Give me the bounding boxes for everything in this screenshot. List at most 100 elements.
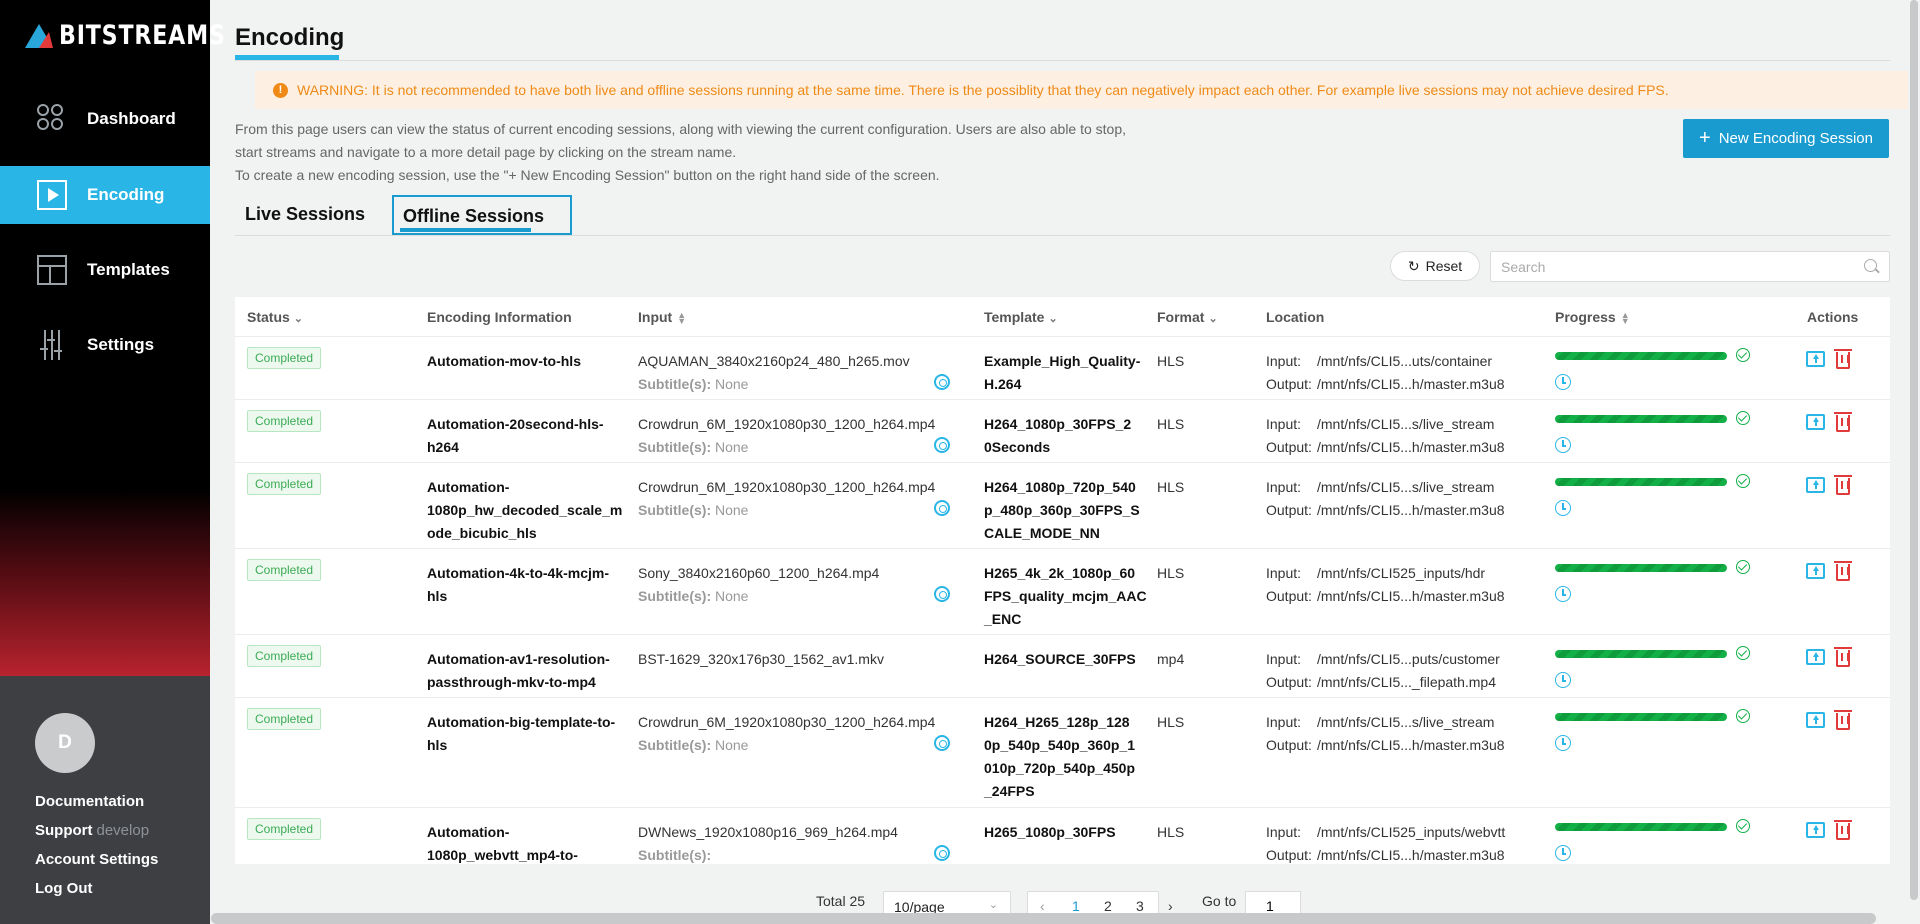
tab-live-sessions[interactable]: Live Sessions (245, 204, 365, 225)
column-header-status[interactable]: Status ⌄ (247, 309, 303, 325)
session-name-link[interactable]: Automation- 1080p_hw_decoded_scale_m ode_b… (427, 476, 622, 545)
table-row: Completed Automation- 1080p_webvtt_mp4-to-… (235, 808, 1890, 864)
location-cell: Input: /mnt/nfs/CLI525_inputs/webvtt Outpu… (1266, 821, 1536, 864)
location-input-row: Input: /mnt/nfs/CLI5...s/live_stream (1266, 413, 1536, 436)
logout-link[interactable]: Log Out (35, 880, 92, 897)
warning-icon: ! (273, 82, 288, 98)
gear-icon[interactable] (934, 437, 950, 453)
clock-icon[interactable] (1555, 845, 1571, 861)
location-output-row: Output: /mnt/nfs/CLI5...h/master.m3u8 (1266, 499, 1536, 522)
sessions-table: Status ⌄ Encoding Information Input ▲ ▼ Tem… (235, 297, 1890, 864)
active-tab-indicator (400, 228, 531, 232)
column-header-format[interactable]: Format ⌄ (1157, 309, 1218, 325)
subtitle-row: Subtitle(s): None (638, 734, 958, 757)
upload-icon[interactable] (1806, 649, 1825, 665)
upload-icon[interactable] (1806, 477, 1825, 493)
support-link[interactable]: Support develop (35, 822, 149, 839)
clock-icon[interactable] (1555, 586, 1571, 602)
session-name-link[interactable]: Automation-4k-to-4k-mcjm-hls (427, 562, 617, 608)
gear-icon[interactable] (934, 500, 950, 516)
table-header: Status ⌄ Encoding Information Input ▲ ▼ Tem… (235, 297, 1890, 337)
subtitle-label: Subtitle(s): (638, 588, 712, 604)
column-header-input[interactable]: Input ▲ ▼ (638, 309, 687, 327)
location-input-path: /mnt/nfs/CLI5...uts/container (1317, 353, 1493, 369)
account-settings-link[interactable]: Account Settings (35, 851, 158, 868)
upload-icon[interactable] (1806, 712, 1825, 728)
session-name-link[interactable]: Automation- 1080p_webvtt_mp4-to- (427, 821, 617, 864)
session-name-link[interactable]: Automation-av1-resolution-passthrough-mk… (427, 648, 617, 694)
session-name-link[interactable]: Automation-big-template-to-hls (427, 711, 617, 757)
clock-icon[interactable] (1555, 437, 1571, 453)
sidebar-item-dashboard[interactable]: Dashboard (0, 90, 210, 148)
documentation-link[interactable]: Documentation (35, 793, 144, 810)
session-name-link[interactable]: Automation-20second-hls-h264 (427, 413, 617, 459)
vertical-scrollbar-thumb[interactable] (1910, 0, 1918, 900)
search-icon[interactable] (1864, 259, 1877, 272)
sort-icon: ▲ ▼ (677, 310, 687, 327)
reset-button[interactable]: ↻ Reset (1390, 251, 1480, 281)
check-circle-icon (1736, 560, 1750, 574)
avatar[interactable]: D (35, 713, 95, 773)
delete-icon[interactable] (1834, 349, 1852, 369)
template-cell: H264_1080p_720p_540 p_480p_360p_30FPS_S CA… (984, 476, 1144, 545)
delete-icon[interactable] (1834, 475, 1852, 495)
clock-icon[interactable] (1555, 735, 1571, 751)
table-row: Completed Automation-4k-to-4k-mcjm-hls Son… (235, 549, 1890, 635)
gear-icon[interactable] (934, 735, 950, 751)
delete-icon[interactable] (1834, 820, 1852, 840)
clock-icon[interactable] (1555, 672, 1571, 688)
divider (235, 235, 1890, 236)
page-number-1[interactable]: 1 (1072, 898, 1080, 914)
page-number-2[interactable]: 2 (1104, 898, 1112, 914)
sort-icon: ▲ ▼ (1620, 310, 1630, 327)
session-name-line: Automation-mov-to-hls (427, 353, 581, 369)
sidebar: BITSTREAMS Dashboard Encoding Templates … (0, 0, 225, 924)
header-label: Actions (1807, 309, 1859, 325)
location-input-row: Input: /mnt/nfs/CLI525_inputs/webvtt (1266, 821, 1536, 844)
delete-icon[interactable] (1834, 561, 1852, 581)
gear-icon[interactable] (934, 845, 950, 861)
sidebar-item-templates[interactable]: Templates (0, 241, 210, 299)
location-output-row: Output: /mnt/nfs/CLI5...h/master.m3u8 (1266, 373, 1536, 396)
location-output-row: Output: /mnt/nfs/CLI5...h/master.m3u8 (1266, 734, 1536, 757)
session-name-link[interactable]: Automation-mov-to-hls (427, 350, 617, 373)
delete-icon[interactable] (1834, 412, 1852, 432)
prev-page-button[interactable]: ‹ (1040, 898, 1045, 914)
horizontal-scrollbar[interactable] (211, 913, 1876, 924)
divider (235, 60, 1890, 61)
location-output-row: Output: /mnt/nfs/CLI5...h/master.m3u8 (1266, 585, 1536, 608)
input-file: Crowdrun_6M_1920x1080p30_1200_h264.mp4 (638, 479, 936, 495)
column-header-template[interactable]: Template ⌄ (984, 309, 1058, 325)
new-encoding-session-button[interactable]: + New Encoding Session (1683, 119, 1889, 158)
upload-icon[interactable] (1806, 563, 1825, 579)
delete-icon[interactable] (1834, 710, 1852, 730)
subtitle-value: None (715, 502, 749, 518)
delete-icon[interactable] (1834, 647, 1852, 667)
sidebar-item-encoding[interactable]: Encoding (0, 166, 210, 224)
header-label: Encoding Information (427, 309, 572, 325)
template-line: CALE_MODE_NN (984, 525, 1100, 541)
clock-icon[interactable] (1555, 374, 1571, 390)
template-line: 010p_720p_540p_450p (984, 760, 1135, 776)
progress-bar (1555, 478, 1727, 486)
gear-icon[interactable] (934, 586, 950, 602)
chevron-down-icon: ⌄ (988, 899, 998, 911)
table-row: Completed Automation-av1-resolution-passt… (235, 635, 1890, 698)
session-name-line: 1080p_webvtt_mp4-to- (427, 847, 578, 863)
sidebar-item-settings[interactable]: Settings (0, 316, 210, 374)
main-content: Encoding ! WARNING: It is not recommende… (210, 0, 1920, 924)
input-file: Crowdrun_6M_1920x1080p30_1200_h264.mp4 (638, 416, 936, 432)
page-number-3[interactable]: 3 (1136, 898, 1144, 914)
gear-icon[interactable] (934, 374, 950, 390)
template-line: H.264 (984, 376, 1022, 392)
clock-icon[interactable] (1555, 500, 1571, 516)
session-name-line: Automation- (427, 824, 510, 840)
next-page-button[interactable]: › (1168, 898, 1173, 914)
search-input[interactable] (1490, 251, 1890, 282)
upload-icon[interactable] (1806, 351, 1825, 367)
column-header-progress[interactable]: Progress ▲ ▼ (1555, 309, 1630, 327)
status-badge: Completed (247, 410, 322, 432)
location-cell: Input: /mnt/nfs/CLI5...uts/container Outpu… (1266, 350, 1536, 396)
upload-icon[interactable] (1806, 414, 1825, 430)
upload-icon[interactable] (1806, 822, 1825, 838)
